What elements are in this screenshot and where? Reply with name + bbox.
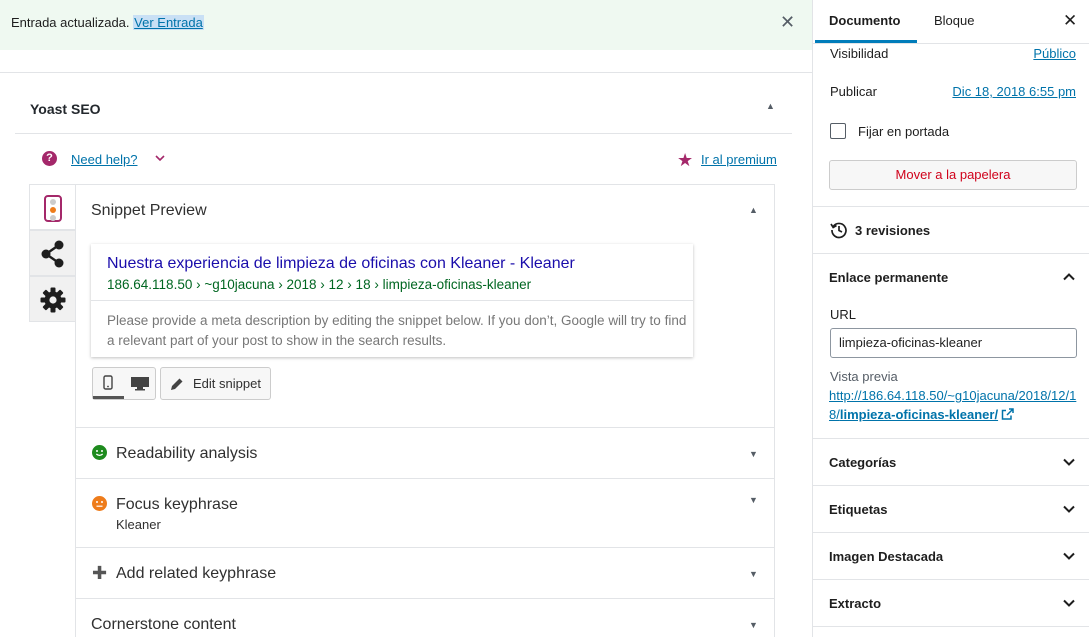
plus-icon: ✚ [92,563,108,583]
sidebar-divider [813,485,1089,486]
close-icon[interactable]: ✕ [1063,11,1077,31]
pencil-icon [171,378,183,390]
publish-label: Publicar [830,84,877,99]
share-icon [41,240,64,268]
snippet-description[interactable]: Please provide a meta description by edi… [107,311,687,351]
move-to-trash-button[interactable]: Mover a la papelera [829,160,1077,190]
sidebar-divider [813,579,1089,580]
section-divider [76,547,774,548]
content-top-divider [0,50,812,73]
tab-settings[interactable] [29,276,75,322]
tab-social[interactable] [29,230,75,276]
green-smiley-icon [92,445,107,460]
permalink-preview-link[interactable]: http://186.64.118.50/~g10jacuna/2018/12/… [829,386,1079,424]
publish-date-link[interactable]: Dic 18, 2018 6:55 pm [952,84,1076,99]
edit-snippet-label: Edit snippet [193,376,261,391]
sticky-checkbox[interactable] [830,123,846,139]
mobile-preview-button[interactable] [93,368,124,399]
visibility-label: Visibilidad [830,46,889,61]
sidebar-divider [813,206,1089,207]
featured-image-panel-heading[interactable]: Imagen Destacada [829,549,943,564]
section-divider [76,598,774,599]
focus-keyphrase-value: Kleaner [116,517,161,532]
gear-icon [40,287,66,313]
sidebar-divider [813,438,1089,439]
chevron-down-icon[interactable] [1061,548,1077,564]
external-link-icon [1001,408,1014,420]
desktop-icon [131,377,149,391]
traffic-light-icon [44,195,62,222]
yoast-metabox-title: Yoast SEO [30,101,101,117]
tags-panel-heading[interactable]: Etiquetas [829,502,888,517]
caret-down-icon[interactable]: ▼ [749,569,758,579]
chevron-down-icon[interactable] [1061,501,1077,517]
caret-down-icon[interactable]: ▼ [749,449,758,459]
yoast-analysis-panel: Snippet Preview ▲ Nuestra experiencia de… [75,184,775,637]
close-icon[interactable]: ✕ [780,13,795,31]
snippet-title[interactable]: Nuestra experiencia de limpieza de ofici… [107,255,575,273]
editor-root: Entrada actualizada. Ver Entrada ✕ Yoast… [0,0,1089,637]
caret-down-icon[interactable]: ▼ [749,620,758,630]
chevron-down-icon[interactable] [1061,454,1077,470]
section-divider [76,427,774,428]
snippet-divider [91,300,693,301]
sticky-label: Fijar en portada [858,124,950,139]
active-tab-indicator [815,40,917,43]
active-mode-indicator [93,396,124,399]
main-editor-area: Entrada actualizada. Ver Entrada ✕ Yoast… [0,0,812,637]
permalink-slug: limpieza-oficinas-kleaner/ [839,407,999,422]
snippet-preview-heading[interactable]: Snippet Preview [91,202,207,220]
collapse-caret-icon[interactable]: ▲ [766,101,775,111]
edit-snippet-button[interactable]: Edit snippet [160,367,271,400]
sidebar-divider [813,532,1089,533]
chevron-up-icon[interactable] [1061,269,1077,285]
need-help-link[interactable]: Need help? [71,152,138,167]
notice-text: Entrada actualizada. Ver Entrada [11,15,204,30]
premium-link[interactable]: Ir al premium [701,152,777,167]
mobile-icon [103,375,113,390]
url-label: URL [830,307,857,322]
permalink-panel-heading[interactable]: Enlace permanente [829,270,948,285]
visibility-value-link[interactable]: Público [1033,46,1076,61]
section-divider [76,478,774,479]
notice-message: Entrada actualizada. [11,15,130,30]
sidebar-header: Documento Bloque ✕ [813,0,1089,44]
cornerstone-heading[interactable]: Cornerstone content [91,616,236,634]
url-slug-input[interactable]: limpieza-oficinas-kleaner [830,328,1077,358]
tab-document[interactable]: Documento [829,13,901,28]
preview-mode-toggle [92,367,156,400]
caret-down-icon[interactable]: ▼ [749,495,758,505]
star-icon: ★ [677,150,694,170]
preview-label: Vista previa [830,369,898,384]
chevron-down-icon[interactable] [154,150,166,169]
tab-block[interactable]: Bloque [934,13,974,28]
focus-keyphrase-heading[interactable]: Focus keyphrase [116,496,238,514]
excerpt-panel-heading[interactable]: Extracto [829,596,881,611]
chevron-down-icon[interactable] [1061,595,1077,611]
categories-panel-heading[interactable]: Categorías [829,455,896,470]
yoast-divider [15,133,792,134]
add-related-keyphrase-heading[interactable]: Add related keyphrase [116,565,276,583]
view-post-link[interactable]: Ver Entrada [133,15,204,30]
update-notice: Entrada actualizada. Ver Entrada ✕ [0,0,812,50]
readability-heading[interactable]: Readability analysis [116,445,257,463]
snippet-url[interactable]: 186.64.118.50 › ~g10jacuna › 2018 › 12 ›… [107,277,531,292]
settings-sidebar: Documento Bloque ✕ Visibilidad Público P… [812,0,1089,637]
orange-smiley-icon [92,496,107,511]
sidebar-divider [813,626,1089,627]
yoast-side-tabs [29,184,75,322]
sidebar-divider [813,253,1089,254]
revisions-link[interactable]: 3 revisiones [855,223,930,238]
google-snippet-preview: Nuestra experiencia de limpieza de ofici… [91,244,693,357]
history-icon [830,222,847,239]
help-icon[interactable]: ? [42,151,57,166]
tab-seo[interactable] [29,184,75,230]
caret-up-icon[interactable]: ▲ [749,205,758,215]
desktop-preview-button[interactable] [125,368,156,399]
